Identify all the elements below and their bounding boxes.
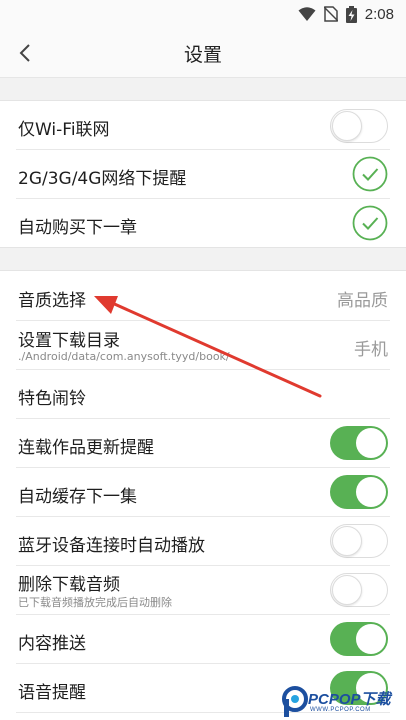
watermark-text: PCPOP下载 [308, 691, 391, 708]
toggle-knob [356, 428, 386, 458]
wifi-only-toggle[interactable] [330, 109, 388, 143]
watermark-p-icon [282, 686, 308, 717]
auto-buy-check-icon[interactable] [352, 205, 388, 241]
settings-row-delete-downloaded-audio[interactable]: 删除下载音频 已下载音频播放完成后自动删除 [0, 566, 406, 615]
delete-downloaded-audio-toggle[interactable] [330, 573, 388, 607]
toggle-knob [332, 575, 362, 605]
settings-row-auto-buy-next-chapter[interactable]: 自动购买下一章 [0, 199, 406, 248]
status-bar: 2:08 [0, 0, 406, 28]
row-label: 自动缓存下一集 [18, 487, 137, 507]
playback-settings-group: 音质选择 高品质 设置下载目录 ./Android/data/com.anyso… [0, 270, 406, 720]
watermark-logo: PCPOP下载 WWW.PCPOP.COM [282, 684, 406, 720]
row-label: 语音提醒 [18, 683, 86, 703]
settings-row-auto-cache-next[interactable]: 自动缓存下一集 [0, 468, 406, 517]
row-label: 仅Wi-Fi联网 [18, 120, 110, 140]
settings-row-wifi-only[interactable]: 仅Wi-Fi联网 [0, 101, 406, 150]
mobile-network-alert-check-icon[interactable] [352, 156, 388, 192]
auto-cache-next-toggle[interactable] [330, 475, 388, 509]
download-directory-path: ./Android/data/com.anysoft.tyyd/book/ [18, 350, 230, 363]
settings-row-special-alarm[interactable]: 特色闹铃 [0, 370, 406, 419]
network-settings-group: 仅Wi-Fi联网 2G/3G/4G网络下提醒 自动购买下一章 [0, 100, 406, 248]
row-label: 内容推送 [18, 634, 86, 654]
bluetooth-autoplay-toggle[interactable] [330, 524, 388, 558]
row-label: 2G/3G/4G网络下提醒 [18, 169, 187, 189]
toggle-knob [356, 477, 386, 507]
settings-row-download-directory[interactable]: 设置下载目录 ./Android/data/com.anysoft.tyyd/b… [0, 321, 406, 370]
download-directory-value: 手机 [354, 340, 388, 360]
toggle-knob [332, 111, 362, 141]
wifi-icon [298, 7, 316, 21]
settings-row-content-push[interactable]: 内容推送 [0, 615, 406, 664]
settings-row-serial-update-alert[interactable]: 连载作品更新提醒 [0, 419, 406, 468]
watermark-url: WWW.PCPOP.COM [310, 707, 371, 713]
row-label: 特色闹铃 [18, 389, 86, 409]
battery-charging-icon [345, 5, 357, 23]
page-title: 设置 [183, 44, 222, 66]
delete-downloaded-audio-desc: 已下载音频播放完成后自动删除 [18, 596, 172, 609]
no-sim-icon [323, 6, 338, 22]
serial-update-alert-toggle[interactable] [330, 426, 388, 460]
row-label: 删除下载音频 [18, 575, 120, 595]
settings-row-bluetooth-autoplay[interactable]: 蓝牙设备连接时自动播放 [0, 517, 406, 566]
settings-row-mobile-network-alert[interactable]: 2G/3G/4G网络下提醒 [0, 150, 406, 199]
status-time: 2:08 [364, 5, 394, 23]
content-push-toggle[interactable] [330, 622, 388, 656]
settings-row-audio-quality[interactable]: 音质选择 高品质 [0, 271, 406, 321]
row-label: 蓝牙设备连接时自动播放 [18, 536, 205, 556]
toggle-knob [332, 526, 362, 556]
row-label: 设置下载目录 [18, 331, 120, 351]
audio-quality-value: 高品质 [337, 291, 388, 311]
toggle-knob [356, 624, 386, 654]
row-label: 自动购买下一章 [18, 218, 137, 238]
app-bar: 设置 [0, 28, 406, 78]
status-icons: 2:08 [298, 4, 394, 24]
row-label: 连载作品更新提醒 [18, 438, 154, 458]
row-label: 音质选择 [18, 291, 86, 311]
